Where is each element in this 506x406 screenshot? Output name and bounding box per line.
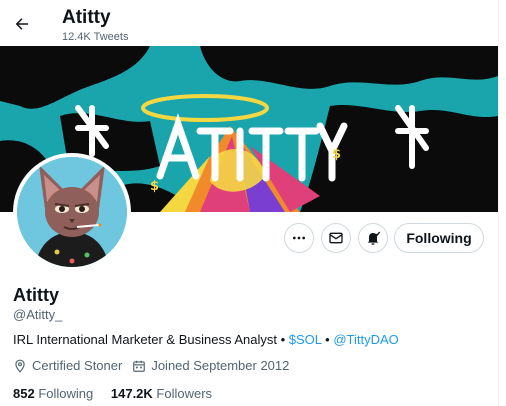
envelope-icon xyxy=(329,232,343,244)
following-count: 852 xyxy=(13,386,35,401)
joined-item: Joined September 2012 xyxy=(132,358,289,373)
svg-text:$: $ xyxy=(150,179,159,194)
bell-check-icon xyxy=(367,231,381,245)
notifications-button[interactable] xyxy=(358,223,388,253)
bio-separator: • xyxy=(321,332,334,347)
scrollbar-track[interactable] xyxy=(498,0,506,406)
bio-mention-link[interactable]: @TittyDAO xyxy=(333,332,398,347)
location-pin-icon xyxy=(15,359,25,373)
bio-cashtag-link[interactable]: $SOL xyxy=(289,332,322,347)
tweet-count: 12.4K Tweets xyxy=(62,31,129,43)
more-dots-icon xyxy=(293,236,305,240)
header-title: Atitty xyxy=(62,7,111,28)
svg-text:$: $ xyxy=(332,147,341,162)
message-button[interactable] xyxy=(321,223,351,253)
avatar[interactable] xyxy=(13,153,131,271)
followers-count: 147.2K xyxy=(110,386,153,401)
joined-text: Joined September 2012 xyxy=(151,358,290,373)
back-button[interactable] xyxy=(8,10,36,38)
calendar-icon xyxy=(133,360,146,372)
profile-handle: @Atitty_ xyxy=(13,307,63,322)
following-button[interactable]: Following xyxy=(394,223,484,253)
cat-avatar-icon xyxy=(17,157,127,267)
bio-text: IRL International Marketer & Business An… xyxy=(13,332,289,347)
following-label: Following xyxy=(38,386,94,401)
followers-count-link[interactable]: 147.2K Followers xyxy=(111,386,212,401)
profile-bio: IRL International Marketer & Business An… xyxy=(13,332,399,347)
profile-stats: 852 Following 147.2K Followers xyxy=(13,386,226,401)
profile-name: Atitty xyxy=(13,285,59,305)
profile-header: Atitty 12.4K Tweets xyxy=(0,0,506,46)
following-count-link[interactable]: 852 Following xyxy=(13,386,93,401)
location-item: Certified Stoner xyxy=(13,358,122,373)
profile-meta: Certified Stoner Joined September 2012 xyxy=(13,358,299,373)
followers-label: Followers xyxy=(156,386,213,401)
more-button[interactable] xyxy=(284,223,314,253)
arrow-left-icon xyxy=(15,18,28,30)
location-text: Certified Stoner xyxy=(32,358,123,373)
